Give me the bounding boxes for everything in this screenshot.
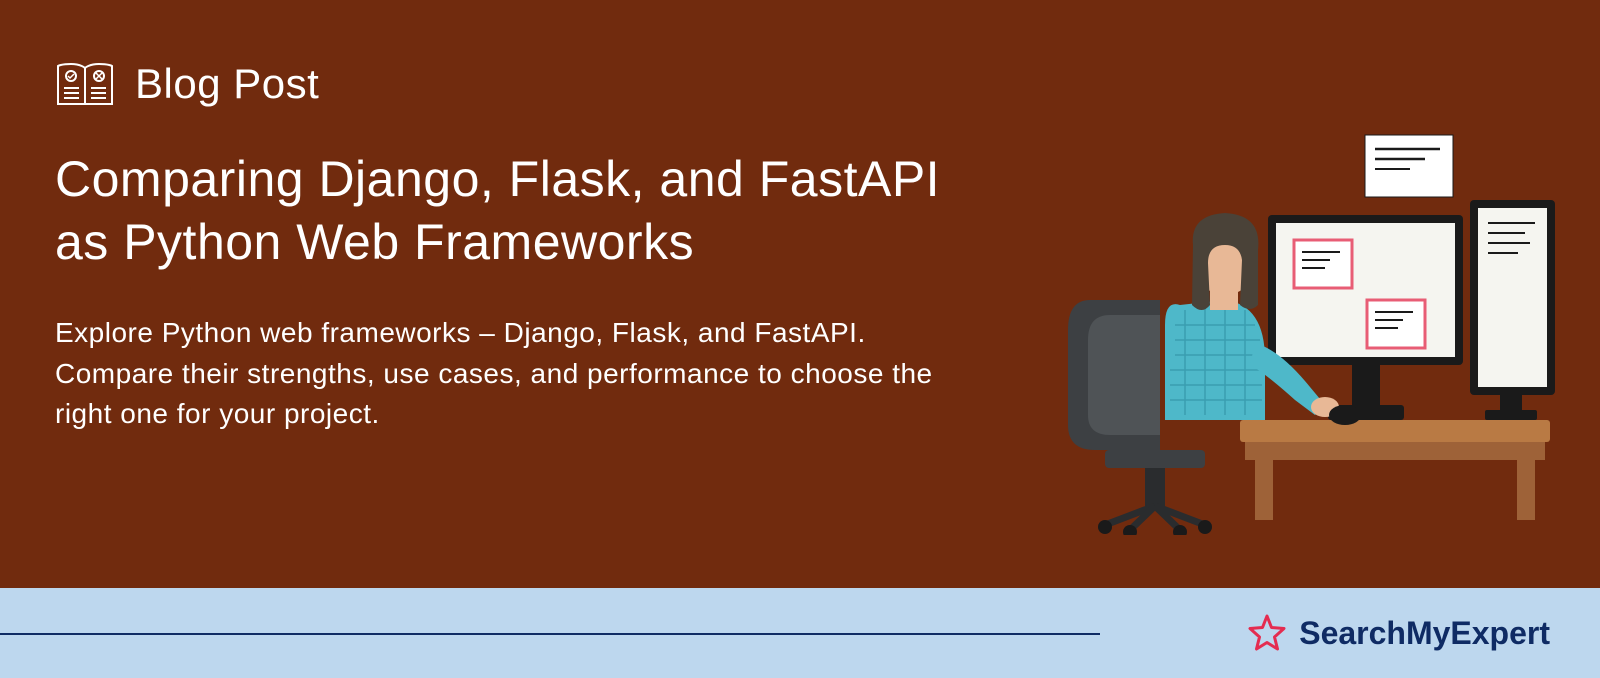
footer-divider [0, 633, 1100, 635]
footer: SearchMyExpert [0, 588, 1600, 678]
brand-name: SearchMyExpert [1299, 615, 1550, 652]
star-icon [1247, 613, 1287, 653]
category-label: Blog Post [135, 60, 319, 108]
brand: SearchMyExpert [1247, 613, 1550, 653]
page-title: Comparing Django, Flask, and FastAPI as … [55, 148, 975, 273]
description: Explore Python web frameworks – Django, … [55, 313, 955, 435]
book-icon [55, 60, 115, 108]
person-at-desk-illustration [1030, 105, 1560, 535]
category-row: Blog Post [55, 60, 1545, 108]
main-content: Blog Post Comparing Django, Flask, and F… [0, 0, 1600, 588]
